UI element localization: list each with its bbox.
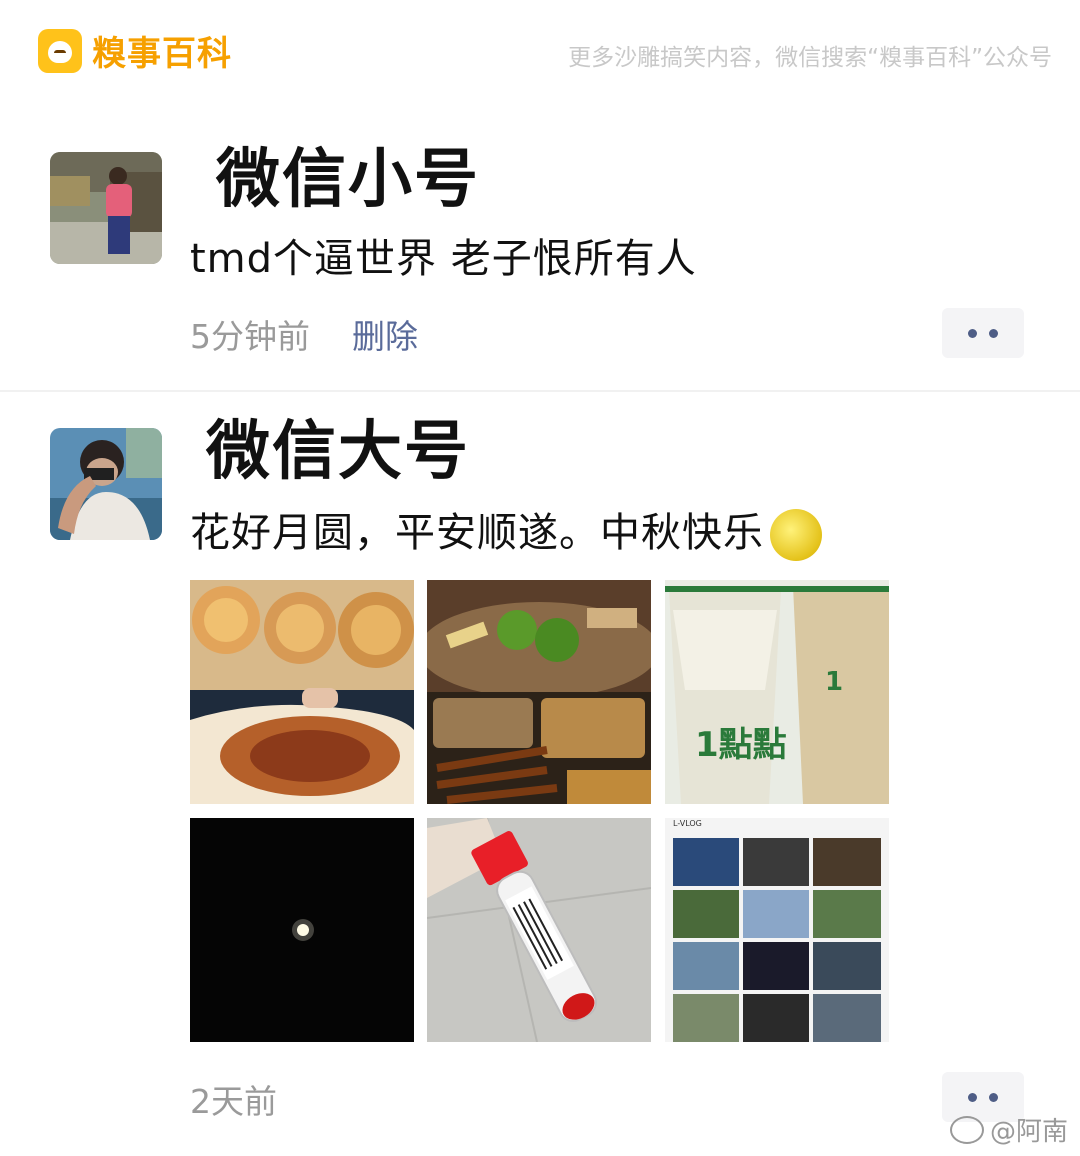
dot-icon xyxy=(968,328,977,338)
post-time: 5分钟前 xyxy=(190,317,310,356)
avatar[interactable] xyxy=(50,152,162,264)
vlog-collage-image: L-VLOG xyxy=(665,818,889,1042)
photo-mooncakes[interactable] xyxy=(190,580,414,804)
photo-barbecue[interactable] xyxy=(427,580,651,804)
photo-night-moon[interactable] xyxy=(190,818,414,1042)
milk-tea-image: 1點點 1 xyxy=(665,580,889,804)
poster-name[interactable]: 微信小号 xyxy=(216,128,480,220)
weibo-watermark: @阿南 xyxy=(949,1111,1068,1148)
more-options-button[interactable] xyxy=(942,308,1024,358)
barbecue-image xyxy=(427,580,651,804)
avatar-boy-image xyxy=(50,428,162,540)
photo-grid: 1點點 1 L-VLOG xyxy=(190,580,890,1042)
full-moon-emoji-icon xyxy=(770,509,822,561)
vlog-label: L-VLOG xyxy=(673,819,702,828)
avatar-girl-image xyxy=(50,152,162,264)
post-content: 花好月圆，平安顺遂。中秋快乐 xyxy=(190,500,822,561)
tea-cup-text: 1點點 xyxy=(695,725,787,765)
brand-header: 糗事百科 xyxy=(38,26,232,75)
post-divider xyxy=(0,390,1080,392)
test-tube-image xyxy=(427,818,651,1042)
brand-name: 糗事百科 xyxy=(92,34,232,74)
qiushi-logo-icon xyxy=(38,28,82,73)
photo-test-tube[interactable] xyxy=(427,818,651,1042)
poster-name[interactable]: 微信大号 xyxy=(206,400,470,492)
post-content-text: 花好月圆，平安顺遂。中秋快乐 xyxy=(190,510,764,556)
post-time: 2天前 xyxy=(190,1082,277,1121)
dot-icon xyxy=(989,328,998,338)
avatar[interactable] xyxy=(50,428,162,540)
mooncakes-image xyxy=(190,580,414,804)
dot-icon xyxy=(968,1092,977,1102)
svg-text:1: 1 xyxy=(825,667,843,697)
post-content: tmd个逼世界 老子恨所有人 xyxy=(190,236,697,282)
watermark-text: @阿南 xyxy=(989,1117,1068,1147)
weibo-icon xyxy=(949,1115,984,1144)
photo-milk-tea[interactable]: 1點點 1 xyxy=(665,580,889,804)
night-moon-image xyxy=(190,818,414,1042)
photo-vlog-collage[interactable]: L-VLOG xyxy=(665,818,889,1042)
promo-text: 更多沙雕搞笑内容，微信搜索“糗事百科”公众号 xyxy=(568,45,1052,71)
dot-icon xyxy=(989,1092,998,1102)
delete-link[interactable]: 删除 xyxy=(352,310,418,358)
